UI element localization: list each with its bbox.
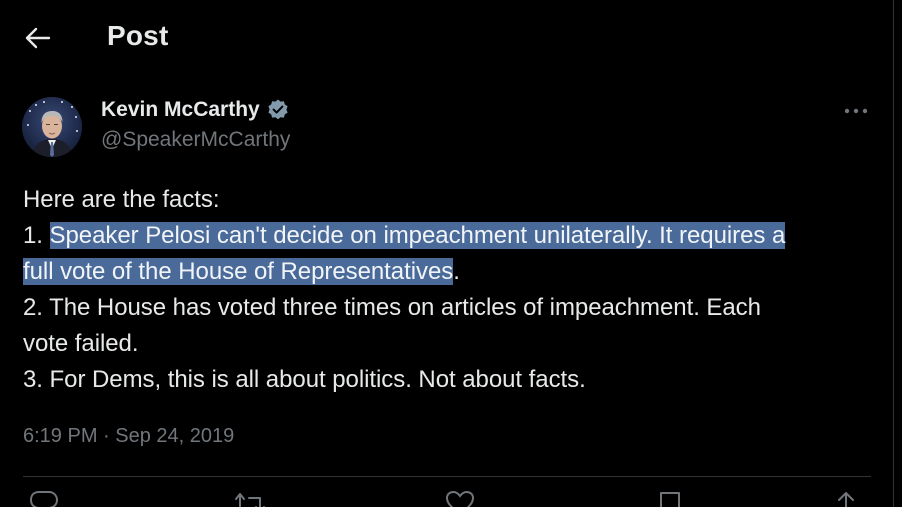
like-button[interactable] xyxy=(445,490,475,507)
timestamp-separator: · xyxy=(103,425,110,447)
reply-icon xyxy=(29,491,59,507)
back-button[interactable] xyxy=(18,18,58,58)
period: . xyxy=(453,258,460,285)
post-text-line: 1. Speaker Pelosi can't decide on impeac… xyxy=(23,218,883,254)
more-horizontal-icon xyxy=(844,108,868,114)
post-timestamp: 6:19 PM · Sep 24, 2019 xyxy=(23,425,234,448)
more-options-button[interactable] xyxy=(838,96,874,126)
repost-icon xyxy=(235,493,265,507)
selected-text: Speaker Pelosi can't decide on impeachme… xyxy=(49,222,786,249)
post-text-line: 2. The House has voted three times on ar… xyxy=(23,294,761,321)
share-button[interactable] xyxy=(833,490,859,507)
page-title: Post xyxy=(107,20,169,51)
action-bar xyxy=(23,490,871,507)
post-page: Post Kevin McCarthy @SpeakerMcCarthy Her… xyxy=(0,0,902,507)
list-number: 1. xyxy=(23,222,50,249)
post-time[interactable]: 6:19 PM xyxy=(23,425,97,447)
avatar-image xyxy=(22,97,82,157)
author-name[interactable]: Kevin McCarthy xyxy=(101,98,260,122)
post-text-line: full vote of the House of Representative… xyxy=(23,254,883,290)
post-header: Post xyxy=(0,0,893,76)
verified-badge-icon[interactable] xyxy=(266,98,290,122)
author-handle[interactable]: @SpeakerMcCarthy xyxy=(101,128,290,152)
column-border xyxy=(893,0,894,507)
author-name-row: Kevin McCarthy xyxy=(101,96,290,124)
post-text: Here are the facts: 1. Speaker Pelosi ca… xyxy=(23,182,883,398)
selected-text: full vote of the House of Representative… xyxy=(23,258,454,285)
bookmark-icon xyxy=(660,492,680,507)
bookmark-button[interactable] xyxy=(657,490,683,507)
arrow-left-icon xyxy=(25,27,51,49)
repost-button[interactable] xyxy=(233,490,267,507)
post-text-line: vote failed. xyxy=(23,330,139,357)
post-text-line: 3. For Dems, this is all about politics.… xyxy=(23,366,586,393)
post-date[interactable]: Sep 24, 2019 xyxy=(115,425,234,447)
divider xyxy=(23,476,871,477)
avatar[interactable] xyxy=(22,97,82,157)
reply-button[interactable] xyxy=(29,490,59,507)
post-text-line: Here are the facts: xyxy=(23,186,220,213)
share-icon xyxy=(838,492,854,507)
like-icon xyxy=(445,490,475,507)
